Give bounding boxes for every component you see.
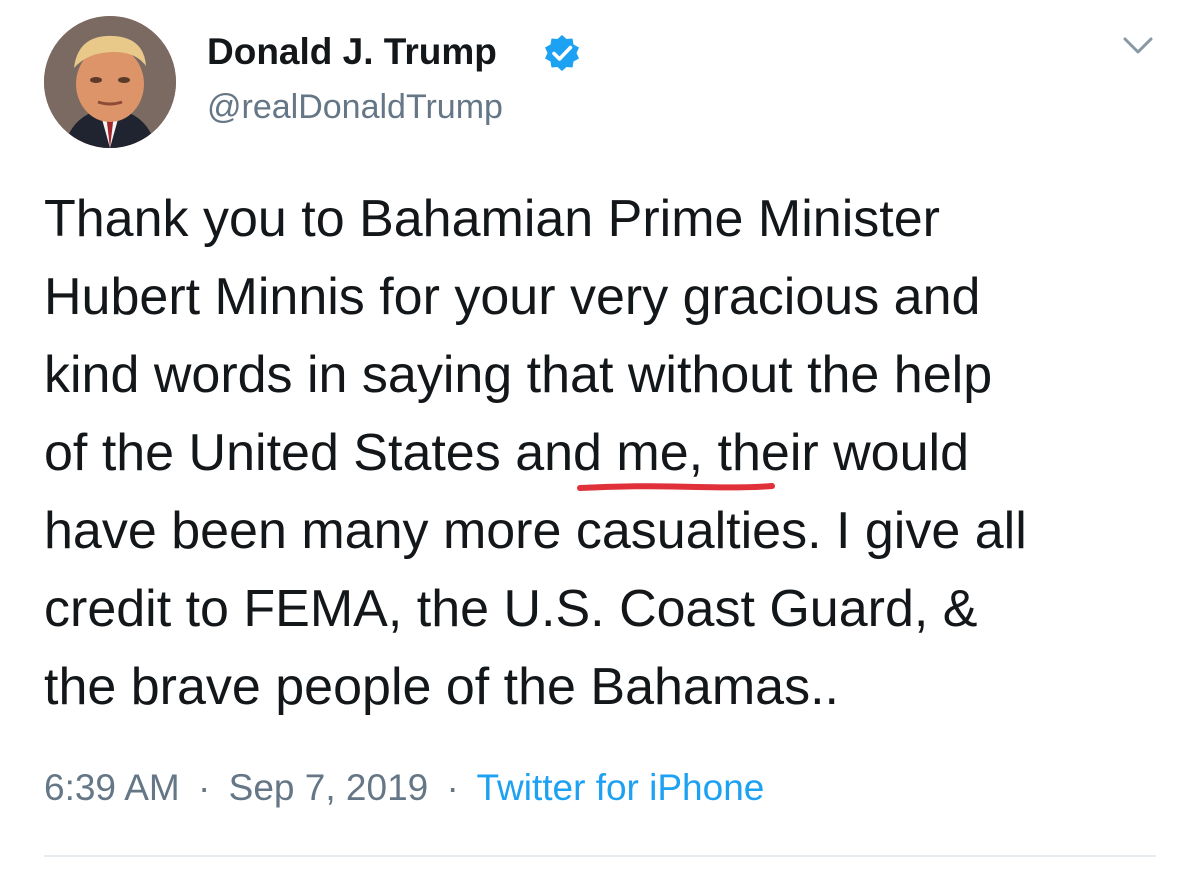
tweet-card: Donald J. Trump @realDonaldTrump Thank y…	[0, 0, 1200, 885]
tweet-date[interactable]: Sep 7, 2019	[229, 767, 429, 808]
avatar-portrait-image	[44, 16, 176, 148]
avatar[interactable]	[44, 16, 176, 148]
tweet-text-line: Thank you to Bahamian Prime Minister	[44, 190, 940, 248]
tweet-meta: 6:39 AM · Sep 7, 2019 · Twitter for iPho…	[44, 766, 764, 810]
meta-separator: ·	[198, 767, 211, 808]
tweet-text-line: credit to FEMA, the U.S. Coast Guard, &	[44, 580, 978, 638]
tweet-text-segment: their would	[703, 424, 969, 482]
tweet-text-line: kind words in saying that without the he…	[44, 346, 993, 404]
tweet-text-segment: of the United States	[44, 424, 516, 482]
divider	[44, 855, 1156, 857]
tweet-text-line: Hubert Minnis for your very gracious and	[44, 268, 981, 326]
tweet-source-link[interactable]: Twitter for iPhone	[476, 767, 764, 808]
tweet-text-line: have been many more casualties. I give a…	[44, 502, 1027, 560]
red-underline-annotation	[577, 483, 775, 491]
verified-badge-icon	[545, 35, 579, 71]
author-handle[interactable]: @realDonaldTrump	[207, 86, 503, 128]
tweet-time[interactable]: 6:39 AM	[44, 767, 180, 808]
author-display-name[interactable]: Donald J. Trump	[207, 30, 497, 74]
meta-separator: ·	[446, 767, 459, 808]
tweet-text: Thank you to Bahamian Prime Minister Hub…	[44, 180, 1164, 726]
chevron-down-icon[interactable]	[1121, 34, 1155, 58]
tweet-text-line: the brave people of the Bahamas..	[44, 658, 839, 716]
